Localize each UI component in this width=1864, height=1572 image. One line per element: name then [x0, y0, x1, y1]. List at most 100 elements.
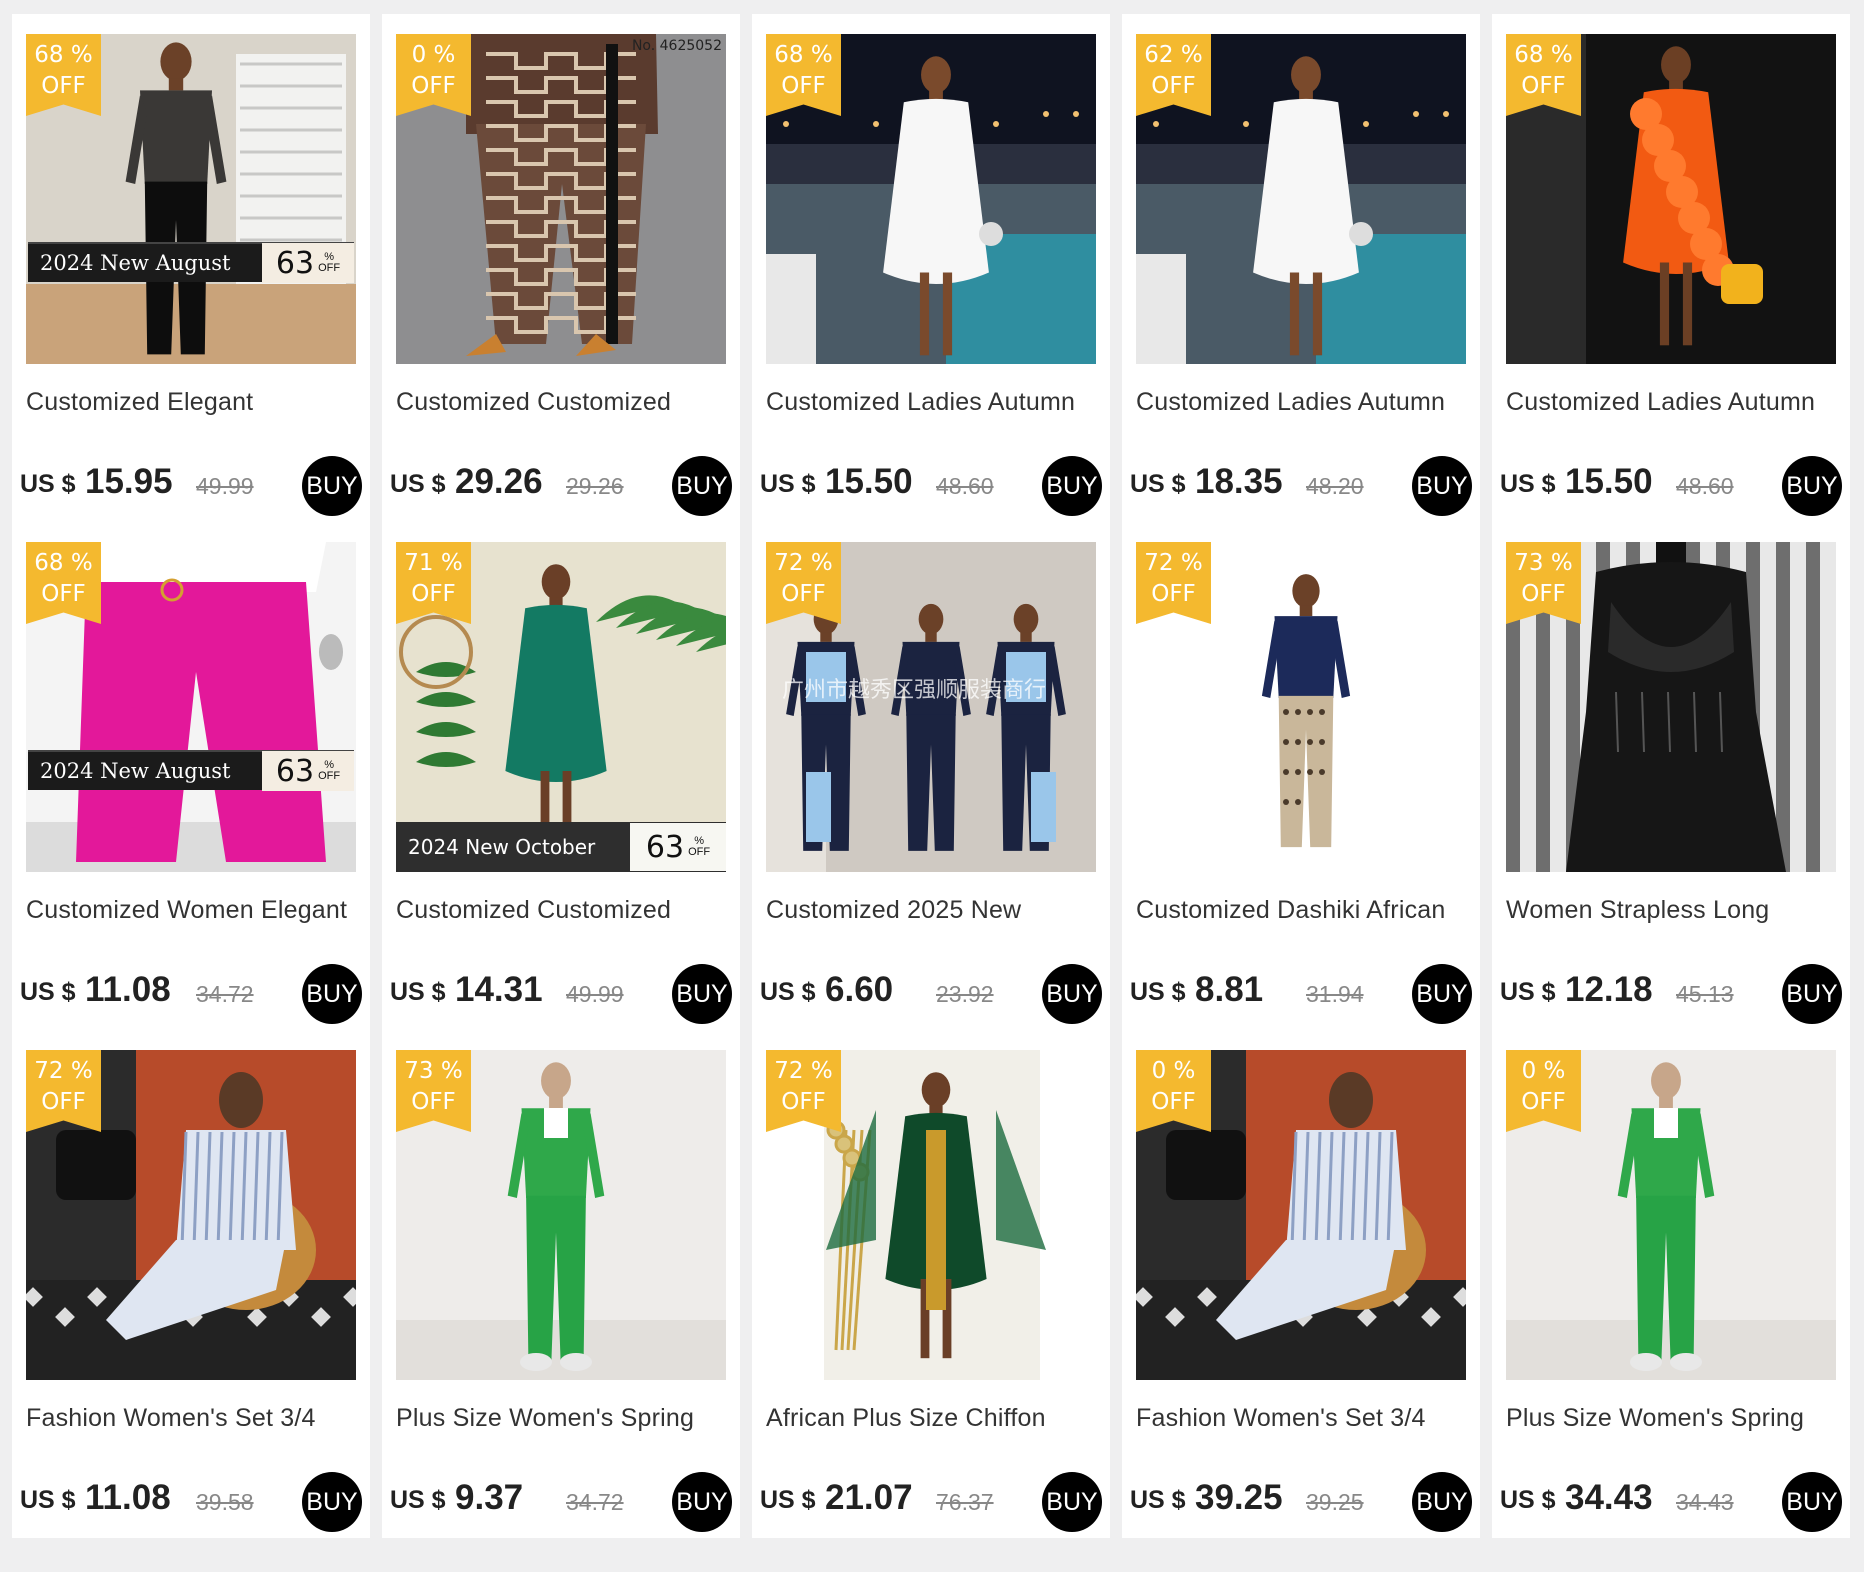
sale-price: 34.43 — [1565, 1478, 1653, 1517]
product-card[interactable]: 2024 New August 63 % OFF 68 % OFF Customi… — [12, 14, 370, 522]
discount-value: 0 — [1521, 1058, 1537, 1084]
buy-button[interactable]: BUY — [302, 964, 362, 1024]
sale-price: 15.95 — [85, 462, 173, 501]
product-image[interactable]: 0 % OFF — [1136, 1050, 1466, 1380]
discount-off-label: OFF — [1521, 581, 1566, 607]
product-image[interactable]: 72 % OFF — [766, 1050, 1096, 1380]
product-image[interactable]: 72 % OFF — [1136, 542, 1466, 872]
item-number: No. 4625052 — [631, 38, 722, 54]
promo-banner: 2024 New August 63 % OFF — [28, 242, 354, 283]
product-image[interactable]: 62 % OFF — [1136, 34, 1466, 364]
promo-text: 2024 New October — [408, 835, 596, 859]
discount-ribbon: 0 % OFF — [1136, 1050, 1211, 1132]
product-title[interactable]: Plus Size Women's Spring — [396, 1404, 728, 1433]
currency-label: US $ — [390, 470, 446, 498]
currency-label: US $ — [760, 978, 816, 1006]
percent-sign: % — [1173, 1058, 1196, 1084]
product-title[interactable]: African Plus Size Chiffon — [766, 1404, 1098, 1433]
product-card[interactable]: 72 % OFF Customized Dashiki African US $… — [1122, 522, 1480, 1030]
percent-sign: % — [440, 1058, 463, 1084]
product-card[interactable]: 广州市越秀区强顺服装商行 72 % OFF Customized 2025 Ne… — [752, 522, 1110, 1030]
product-card[interactable]: 0 % OFF Plus Size Women's Spring US $ 34… — [1492, 1030, 1850, 1538]
product-card[interactable]: 2024 New October 63 % OFF 71 % OFF Custom… — [382, 522, 740, 1030]
percent-sign: % — [1180, 550, 1203, 576]
sale-price: 8.81 — [1195, 970, 1264, 1009]
discount-ribbon: 68 % OFF — [26, 542, 101, 624]
buy-button[interactable]: BUY — [1782, 456, 1842, 516]
buy-button[interactable]: BUY — [1782, 964, 1842, 1024]
product-image[interactable]: 68 % OFF — [1506, 34, 1836, 364]
product-image[interactable]: 广州市越秀区强顺服装商行 72 % OFF — [766, 542, 1096, 872]
buy-button[interactable]: BUY — [1412, 1472, 1472, 1532]
product-card[interactable]: No. 4625052 0 % OFF Customized Customize… — [382, 14, 740, 522]
discount-ribbon: 72 % OFF — [26, 1050, 101, 1132]
product-title[interactable]: Customized Customized — [396, 388, 728, 417]
product-image[interactable]: 0 % OFF — [1506, 1050, 1836, 1380]
price-row: US $ 6.60 23.92 BUY — [760, 958, 1104, 1024]
product-card[interactable]: 68 % OFF Customized Ladies Autumn US $ 1… — [752, 14, 1110, 522]
product-card[interactable]: 72 % OFF African Plus Size Chiffon US $ … — [752, 1030, 1110, 1538]
buy-button[interactable]: BUY — [672, 1472, 732, 1532]
percent-sign: % — [440, 550, 463, 576]
discount-off-label: OFF — [781, 581, 826, 607]
product-card[interactable]: 72 % OFF Fashion Women's Set 3/4 US $ 11… — [12, 1030, 370, 1538]
product-card[interactable]: 73 % OFF Women Strapless Long US $ 12.18… — [1492, 522, 1850, 1030]
product-image[interactable]: 2024 New October 63 % OFF 71 % OFF — [396, 542, 726, 872]
product-card[interactable]: 62 % OFF Customized Ladies Autumn US $ 1… — [1122, 14, 1480, 522]
buy-button[interactable]: BUY — [1042, 456, 1102, 516]
buy-button[interactable]: BUY — [1042, 964, 1102, 1024]
buy-button[interactable]: BUY — [1412, 456, 1472, 516]
discount-off-label: OFF — [411, 1089, 456, 1115]
buy-button[interactable]: BUY — [302, 456, 362, 516]
product-card[interactable]: 73 % OFF Plus Size Women's Spring US $ 9… — [382, 1030, 740, 1538]
product-image[interactable]: 68 % OFF — [766, 34, 1096, 364]
sale-price: 29.26 — [455, 462, 543, 501]
original-price: 23.92 — [936, 981, 994, 1007]
discount-off-label: OFF — [41, 581, 86, 607]
discount-off-label: OFF — [41, 73, 86, 99]
product-image[interactable]: 73 % OFF — [1506, 542, 1836, 872]
discount-off-label: OFF — [1521, 73, 1566, 99]
buy-button[interactable]: BUY — [672, 456, 732, 516]
buy-button[interactable]: BUY — [1412, 964, 1472, 1024]
product-card[interactable]: 68 % OFF Customized Ladies Autumn US $ 1… — [1492, 14, 1850, 522]
product-title[interactable]: Customized Ladies Autumn — [766, 388, 1098, 417]
discount-value: 68 — [34, 42, 64, 68]
product-title[interactable]: Customized Ladies Autumn — [1136, 388, 1468, 417]
buy-button[interactable]: BUY — [1042, 1472, 1102, 1532]
product-image[interactable]: No. 4625052 0 % OFF — [396, 34, 726, 364]
product-image[interactable]: 2024 New August 63 % OFF 68 % OFF — [26, 542, 356, 872]
product-image[interactable]: 2024 New August 63 % OFF 68 % OFF — [26, 34, 356, 364]
promo-percent: 63 — [275, 245, 315, 281]
product-title[interactable]: Customized Customized — [396, 896, 728, 925]
currency-label: US $ — [760, 1486, 816, 1514]
buy-button[interactable]: BUY — [1782, 1472, 1842, 1532]
discount-value: 73 — [1514, 550, 1544, 576]
currency-label: US $ — [1500, 1486, 1556, 1514]
buy-button[interactable]: BUY — [672, 964, 732, 1024]
buy-button[interactable]: BUY — [302, 1472, 362, 1532]
product-title[interactable]: Customized Dashiki African — [1136, 896, 1468, 925]
original-price: 48.20 — [1306, 473, 1364, 499]
discount-ribbon: 73 % OFF — [396, 1050, 471, 1132]
discount-ribbon: 68 % OFF — [26, 34, 101, 116]
sale-price: 21.07 — [825, 1478, 913, 1517]
product-image[interactable]: 73 % OFF — [396, 1050, 726, 1380]
discount-off-label: OFF — [41, 1089, 86, 1115]
product-card[interactable]: 2024 New August 63 % OFF 68 % OFF Customi… — [12, 522, 370, 1030]
product-title[interactable]: Customized Ladies Autumn — [1506, 388, 1838, 417]
product-title[interactable]: Fashion Women's Set 3/4 — [26, 1404, 358, 1433]
product-image[interactable]: 72 % OFF — [26, 1050, 356, 1380]
sale-price: 11.08 — [85, 970, 171, 1009]
price-row: US $ 18.35 48.20 BUY — [1130, 450, 1474, 516]
promo-percent: 63 — [275, 753, 315, 789]
product-title[interactable]: Women Strapless Long — [1506, 896, 1838, 925]
currency-label: US $ — [1130, 978, 1186, 1006]
product-title[interactable]: Fashion Women's Set 3/4 — [1136, 1404, 1468, 1433]
product-title[interactable]: Customized Elegant — [26, 388, 358, 417]
product-card[interactable]: 0 % OFF Fashion Women's Set 3/4 US $ 39.… — [1122, 1030, 1480, 1538]
sale-price: 12.18 — [1565, 970, 1653, 1009]
product-title[interactable]: Customized Women Elegant — [26, 896, 358, 925]
product-title[interactable]: Customized 2025 New — [766, 896, 1098, 925]
product-title[interactable]: Plus Size Women's Spring — [1506, 1404, 1838, 1433]
